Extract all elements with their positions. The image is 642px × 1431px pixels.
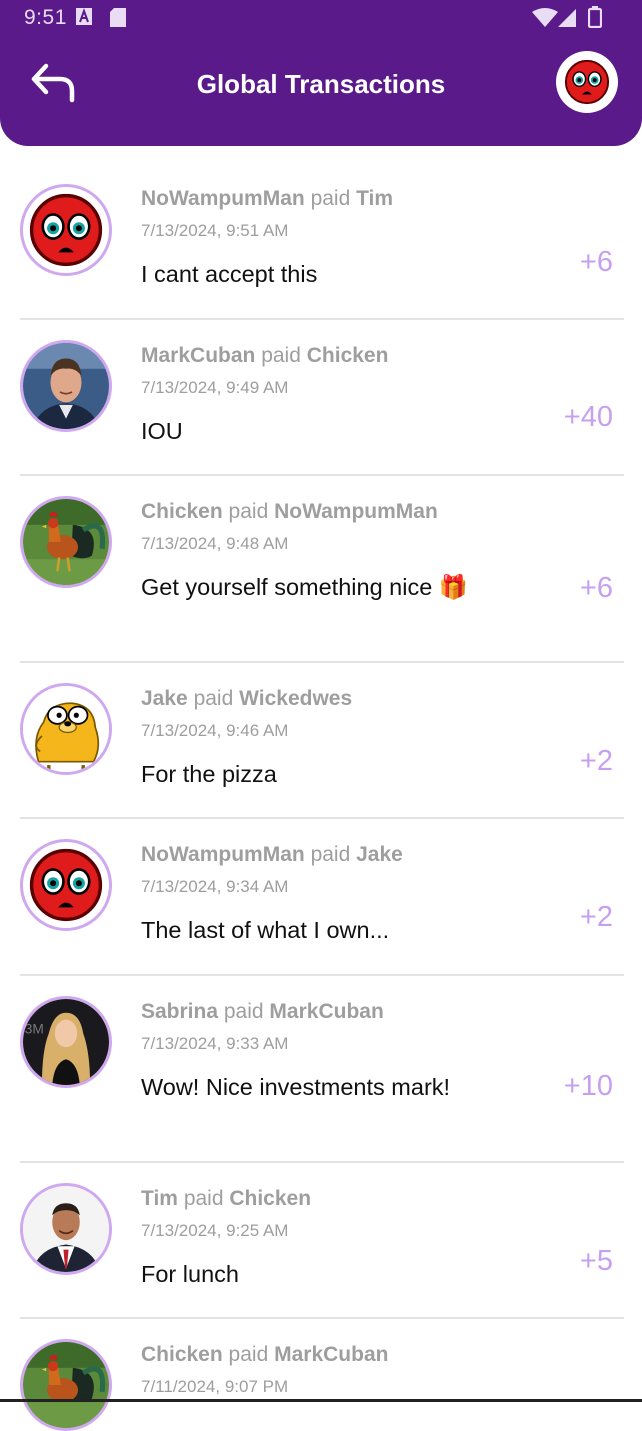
cell-signal-icon (558, 9, 576, 27)
transaction-details: NoWampumMan paid Tim 7/13/2024, 9:51 AM … (141, 187, 471, 289)
payer-name: Sabrina (141, 1000, 219, 1023)
transaction-list: NoWampumMan paid Tim 7/13/2024, 9:51 AM … (0, 146, 642, 1431)
transaction-message: The last of what I own... (141, 917, 390, 943)
transaction-message: For lunch (141, 1261, 239, 1287)
payee-name: NoWampumMan (274, 500, 438, 523)
payee-name: Chicken (306, 344, 389, 367)
transaction-row[interactable]: 3M Sabrina paid MarkCuban 7/13/2024, 9:3… (0, 974, 642, 1163)
transaction-row[interactable]: MarkCuban paid Chicken 7/13/2024, 9:49 A… (0, 318, 642, 476)
rooster-avatar[interactable] (20, 1339, 112, 1431)
sad-face-avatar[interactable] (20, 839, 112, 931)
paid-label: paid (228, 500, 269, 523)
transaction-date: 7/13/2024, 9:51 AM (141, 221, 289, 240)
transaction-details: Chicken paid NoWampumMan 7/13/2024, 9:48… (141, 500, 471, 602)
transaction-amount: +10 (563, 1070, 613, 1102)
sad-face-icon (564, 59, 610, 105)
paid-label: paid (310, 187, 351, 210)
payee-name: Jake (356, 843, 403, 866)
paid-label: paid (183, 1187, 224, 1210)
transaction-message: IOU (141, 418, 183, 444)
cartoon-dog-avatar[interactable] (20, 683, 112, 775)
transaction-row[interactable]: NoWampumMan paid Tim 7/13/2024, 9:51 AM … (0, 146, 642, 320)
transaction-amount: +5 (579, 1245, 613, 1277)
battery-icon (588, 6, 602, 28)
rooster-avatar[interactable] (20, 496, 112, 588)
transaction-details: MarkCuban paid Chicken 7/13/2024, 9:49 A… (141, 344, 471, 446)
transaction-details: Jake paid Wickedwes 7/13/2024, 9:46 AM F… (141, 687, 471, 789)
transaction-message: I cant accept this (141, 261, 318, 287)
transaction-row[interactable]: Tim paid Chicken 7/13/2024, 9:25 AM For … (0, 1161, 642, 1319)
notification-icon (76, 8, 92, 25)
transaction-row[interactable]: Chicken paid NoWampumMan 7/13/2024, 9:48… (0, 474, 642, 663)
transaction-amount: +40 (563, 401, 613, 433)
payee-name: MarkCuban (269, 1000, 384, 1023)
transaction-date: 7/13/2024, 9:48 AM (141, 534, 289, 553)
payer-name: NoWampumMan (141, 843, 305, 866)
payer-name: NoWampumMan (141, 187, 305, 210)
transaction-details: Tim paid Chicken 7/13/2024, 9:25 AM For … (141, 1187, 471, 1289)
paid-label: paid (310, 843, 351, 866)
payee-name: Wickedwes (239, 687, 353, 710)
woman-photo-avatar[interactable]: 3M (20, 996, 112, 1088)
paid-label: paid (223, 1000, 264, 1023)
paid-label: paid (261, 344, 301, 367)
transaction-date: 7/11/2024, 9:07 PM (141, 1377, 289, 1396)
payer-name: Tim (141, 1187, 178, 1210)
transaction-date: 7/13/2024, 9:34 AM (141, 877, 289, 896)
payee-name: MarkCuban (274, 1343, 389, 1366)
transaction-parties: Tim paid Chicken (141, 1187, 471, 1211)
wifi-icon (532, 8, 558, 27)
paid-label: paid (193, 687, 234, 710)
app-header: Global Transactions (0, 34, 642, 146)
sim-card-icon (110, 8, 126, 27)
transaction-parties: NoWampumMan paid Jake (141, 843, 471, 867)
transaction-row[interactable]: Chicken paid MarkCuban 7/11/2024, 9:07 P… (0, 1317, 642, 1431)
transaction-parties: MarkCuban paid Chicken (141, 344, 471, 368)
man-suit-avatar[interactable] (20, 1183, 112, 1275)
transaction-amount: +2 (579, 745, 613, 777)
payee-name: Tim (356, 187, 394, 210)
payer-name: Jake (141, 687, 188, 710)
transaction-date: 7/13/2024, 9:25 AM (141, 1221, 289, 1240)
transaction-message: Get yourself something nice 🎁 (141, 574, 469, 600)
svg-text:3M: 3M (25, 1021, 44, 1036)
transaction-message: For the pizza (141, 761, 277, 787)
transaction-date: 7/13/2024, 9:46 AM (141, 721, 289, 740)
transaction-row[interactable]: NoWampumMan paid Jake 7/13/2024, 9:34 AM… (0, 817, 642, 976)
sad-face-avatar[interactable] (20, 184, 112, 276)
transaction-parties: Jake paid Wickedwes (141, 687, 471, 711)
payer-name: Chicken (141, 500, 223, 523)
payer-name: MarkCuban (141, 344, 256, 367)
payer-name: Chicken (141, 1343, 223, 1366)
transaction-amount: +6 (579, 246, 613, 278)
transaction-details: NoWampumMan paid Jake 7/13/2024, 9:34 AM… (141, 843, 471, 945)
transaction-details: Sabrina paid MarkCuban 7/13/2024, 9:33 A… (141, 1000, 471, 1102)
status-time: 9:51 (24, 6, 67, 29)
paid-label: paid (228, 1343, 269, 1366)
payee-name: Chicken (229, 1187, 312, 1210)
transaction-date: 7/13/2024, 9:33 AM (141, 1034, 289, 1053)
status-bar: 9:51 (0, 0, 642, 34)
transaction-parties: NoWampumMan paid Tim (141, 187, 471, 211)
transaction-amount: +2 (579, 901, 613, 933)
transaction-row[interactable]: Jake paid Wickedwes 7/13/2024, 9:46 AM F… (0, 661, 642, 819)
transaction-message: Wow! Nice investments mark! (141, 1074, 451, 1100)
transaction-parties: Sabrina paid MarkCuban (141, 1000, 471, 1024)
transaction-parties: Chicken paid MarkCuban (141, 1343, 388, 1367)
page-title: Global Transactions (196, 69, 446, 99)
transaction-date: 7/13/2024, 9:49 AM (141, 378, 289, 397)
transaction-parties: Chicken paid NoWampumMan (141, 500, 471, 524)
man-photo-avatar[interactable] (20, 340, 112, 432)
transaction-details: Chicken paid MarkCuban 7/11/2024, 9:07 P… (141, 1343, 388, 1397)
profile-avatar-button[interactable] (556, 51, 618, 113)
transaction-amount: +6 (579, 572, 613, 604)
